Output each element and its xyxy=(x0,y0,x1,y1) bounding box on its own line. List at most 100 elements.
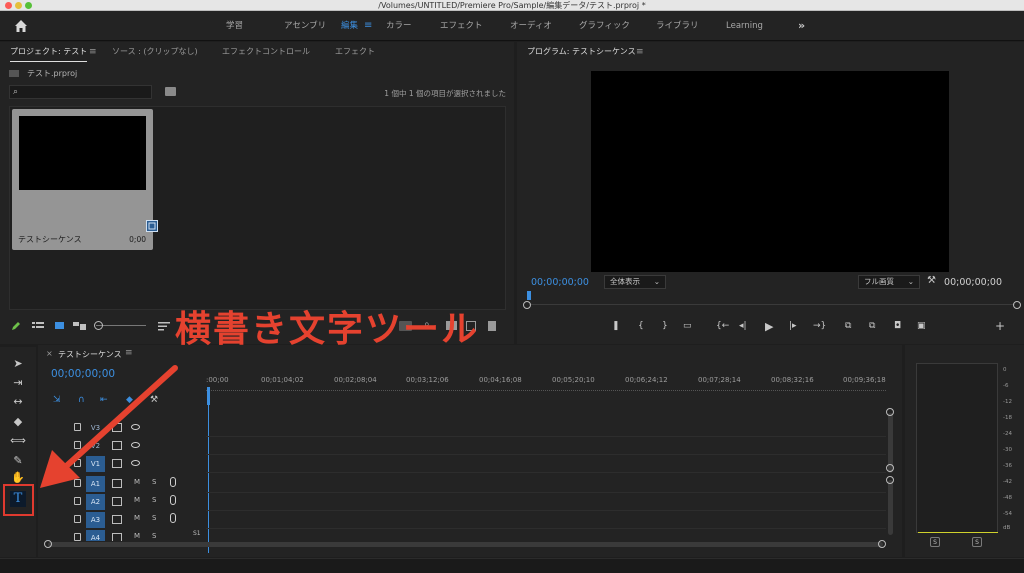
sequence-badge-icon xyxy=(146,220,158,232)
hand-tool-icon[interactable]: ✋ xyxy=(10,471,26,485)
track-area[interactable] xyxy=(206,493,886,511)
go-to-out-button[interactable]: →} xyxy=(813,321,826,331)
fit-select[interactable]: 全体表示 ⌄ xyxy=(604,275,666,289)
export-frame-button[interactable]: ◘ xyxy=(894,321,901,331)
sync-lock-icon[interactable] xyxy=(112,515,122,524)
workspace-tab-audio[interactable]: オーディオ xyxy=(510,11,552,41)
workspace-tab-editing[interactable]: 編集 xyxy=(341,11,358,41)
home-icon[interactable] xyxy=(13,18,29,34)
scrollbar-handle[interactable] xyxy=(886,408,894,416)
freeform-view-icon[interactable] xyxy=(73,321,87,331)
track-area[interactable] xyxy=(206,437,886,455)
program-video-display[interactable] xyxy=(591,71,949,272)
workspace-tab-learning[interactable]: Learning xyxy=(726,11,763,41)
mute-button[interactable]: M xyxy=(134,514,140,522)
scrollbar-handle[interactable] xyxy=(886,476,894,484)
track-area[interactable] xyxy=(206,455,886,473)
mic-icon[interactable] xyxy=(170,513,176,523)
list-view-icon[interactable] xyxy=(32,321,44,331)
play-button[interactable]: ▶ xyxy=(765,320,773,333)
mark-in-button[interactable]: { xyxy=(638,321,644,331)
pencil-icon[interactable] xyxy=(11,321,21,331)
audio-track-a4[interactable]: A4 M S S1 xyxy=(38,529,902,541)
scrub-start-handle[interactable] xyxy=(523,301,531,309)
sort-icon[interactable] xyxy=(158,321,170,331)
wrench-icon[interactable]: ⚒ xyxy=(927,275,936,286)
button-editor-button[interactable]: + xyxy=(995,319,1005,333)
type-tool-icon[interactable]: T xyxy=(10,491,26,507)
timeline-horizontal-scrollbar[interactable] xyxy=(48,542,883,547)
chevron-down-icon: ⌄ xyxy=(653,277,660,286)
track-area[interactable] xyxy=(206,511,886,529)
solo-button[interactable]: S xyxy=(152,532,156,540)
lock-icon[interactable] xyxy=(74,515,81,523)
solo-button[interactable]: S xyxy=(152,514,156,522)
workspace-more-icon[interactable]: » xyxy=(798,11,805,41)
clear-icon[interactable] xyxy=(488,321,496,331)
workspace-tab-assembly[interactable]: アセンブリ xyxy=(284,11,326,41)
mark-out-button[interactable]: } xyxy=(662,321,668,331)
tab-source[interactable]: ソース : (クリップなし) xyxy=(112,42,198,62)
zoom-slider-handle[interactable] xyxy=(94,321,103,330)
track-label[interactable]: A4 xyxy=(86,530,105,541)
audio-track-a3[interactable]: A3 M S xyxy=(38,511,902,529)
timeline-menu-icon[interactable]: ≡ xyxy=(125,348,133,358)
clip-name: テストシーケンス xyxy=(18,235,82,244)
timeline-tab[interactable]: テストシーケンス xyxy=(58,349,122,360)
safe-margins-button[interactable]: ▭ xyxy=(683,321,692,331)
workspace-bar: 学習 アセンブリ 編集 ≡ カラー エフェクト オーディオ グラフィック ライブ… xyxy=(0,11,1024,41)
sync-lock-icon[interactable] xyxy=(112,533,122,541)
lock-icon[interactable] xyxy=(74,533,81,541)
selection-tool-icon[interactable]: ➤ xyxy=(10,357,26,371)
ripple-edit-tool-icon[interactable]: ↔ xyxy=(10,395,26,409)
extract-button[interactable]: ⧉ xyxy=(869,321,875,331)
scrollbar-handle[interactable] xyxy=(878,540,886,548)
project-panel-menu-icon[interactable]: ≡ xyxy=(89,47,97,57)
project-file-name: テスト.prproj xyxy=(27,69,78,78)
workspace-menu-icon[interactable]: ≡ xyxy=(364,20,372,31)
program-playhead[interactable] xyxy=(527,291,531,300)
solo-left-button[interactable]: S xyxy=(930,537,940,547)
workspace-tab-graphics[interactable]: グラフィック xyxy=(579,11,630,41)
pen-tool-icon[interactable]: ✎ xyxy=(10,454,26,468)
audio-tracks-scrollbar[interactable] xyxy=(888,480,893,535)
track-label[interactable]: A3 xyxy=(86,512,105,528)
scrub-end-handle[interactable] xyxy=(1013,301,1021,309)
scrollbar-handle[interactable] xyxy=(886,464,894,472)
program-duration-timecode: 00;00;00;00 xyxy=(944,277,1002,288)
track-select-tool-icon[interactable]: ⇥ xyxy=(10,376,26,390)
lift-button[interactable]: ⧉ xyxy=(845,321,851,331)
close-timeline-icon[interactable]: × xyxy=(46,349,53,358)
workspace-tab-color[interactable]: カラー xyxy=(386,11,412,41)
icon-view-icon[interactable] xyxy=(54,321,65,331)
compare-view-button[interactable]: ▣ xyxy=(917,321,926,331)
resolution-select[interactable]: フル画質 ⌄ xyxy=(858,275,920,289)
workspace-tab-learn[interactable]: 学習 xyxy=(226,11,243,41)
program-current-timecode[interactable]: 00;00;00;00 xyxy=(531,277,589,288)
track-area[interactable] xyxy=(206,475,886,493)
step-back-button[interactable]: ◂| xyxy=(739,321,747,331)
step-forward-button[interactable]: |▸ xyxy=(789,321,797,331)
go-to-in-button[interactable]: {← xyxy=(716,321,729,331)
add-marker-button[interactable]: ❚ xyxy=(612,321,620,331)
zoom-slider-track[interactable] xyxy=(96,325,146,326)
workspace-tab-effects[interactable]: エフェクト xyxy=(440,11,483,41)
tab-effect-controls[interactable]: エフェクトコントロール xyxy=(222,42,310,62)
program-monitor-menu-icon[interactable]: ≡ xyxy=(636,47,644,57)
track-area[interactable] xyxy=(206,419,886,437)
workspace-tab-libraries[interactable]: ライブラリ xyxy=(656,11,699,41)
new-bin-icon[interactable] xyxy=(165,87,176,96)
tab-project[interactable]: プロジェクト: テスト xyxy=(10,42,88,62)
razor-tool-icon[interactable]: ◆ xyxy=(10,415,26,429)
slip-tool-icon[interactable]: ⟺ xyxy=(10,434,26,448)
program-scrub-bar[interactable] xyxy=(523,291,1021,310)
scrollbar-handle[interactable] xyxy=(44,540,52,548)
search-icon: ⌕ xyxy=(13,87,19,97)
sequence-clip[interactable]: テストシーケンス 0;00 xyxy=(12,109,158,250)
db-label: -42 xyxy=(1003,479,1012,485)
project-search-input[interactable]: ⌕ xyxy=(9,85,152,99)
mute-button[interactable]: M xyxy=(134,532,140,540)
tab-effects[interactable]: エフェクト xyxy=(335,42,375,62)
tab-program-monitor[interactable]: プログラム: テストシーケンス xyxy=(527,42,636,62)
solo-right-button[interactable]: S xyxy=(972,537,982,547)
